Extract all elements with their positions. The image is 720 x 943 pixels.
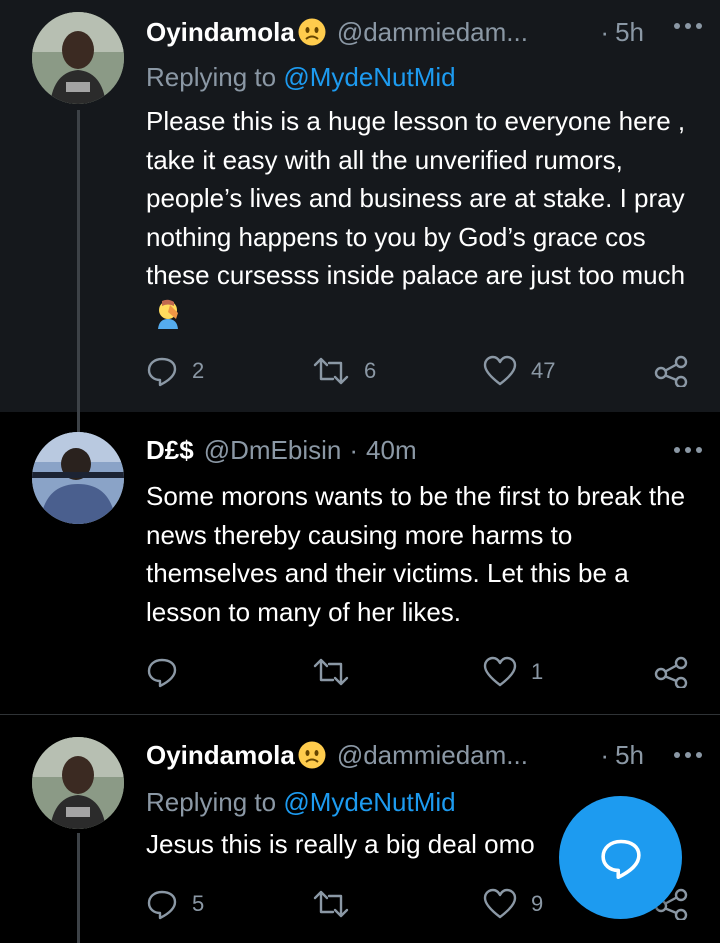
reply-icon — [147, 357, 177, 387]
user-handle[interactable]: @dammiedam... — [337, 17, 528, 48]
user-handle[interactable]: @DmEbisin — [204, 435, 342, 466]
slightly-frowning-face-emoji-icon — [298, 741, 326, 769]
like-button[interactable]: 1 — [483, 652, 543, 692]
share-icon — [654, 656, 688, 688]
slightly-frowning-face-emoji-icon — [298, 18, 326, 46]
display-name[interactable]: Oyindamola — [146, 17, 295, 48]
heart-icon — [483, 656, 517, 687]
retweet-icon — [313, 357, 349, 385]
reply-icon — [147, 658, 177, 688]
tweet-text-content: Jesus this is really a big deal omo — [146, 829, 535, 859]
display-name[interactable]: D£$ — [146, 435, 194, 466]
reply-button[interactable] — [146, 652, 192, 692]
replying-to: Replying to @MydeNutMid — [146, 787, 456, 818]
reply-count: 5 — [192, 891, 205, 916]
retweet-button[interactable] — [312, 884, 364, 924]
more-dots-icon — [674, 752, 702, 758]
avatar-image — [32, 12, 124, 104]
tweet-text: Please this is a huge lesson to everyone… — [146, 102, 696, 333]
share-button[interactable] — [654, 652, 688, 692]
replying-to-label: Replying to — [146, 62, 284, 92]
reply-icon — [147, 890, 177, 920]
avatar[interactable] — [32, 432, 124, 524]
mention-link[interactable]: @MydeNutMid — [283, 62, 455, 92]
heart-icon — [483, 355, 517, 386]
like-button[interactable]: 47 — [483, 351, 555, 391]
face-palm-emoji-icon — [158, 299, 178, 329]
thread-line — [77, 412, 80, 432]
share-button[interactable] — [654, 351, 688, 391]
thread-line — [77, 833, 80, 943]
timestamp[interactable]: 40m — [366, 435, 417, 466]
compose-reply-button[interactable] — [559, 796, 682, 919]
separator: · — [349, 434, 359, 465]
thread-line — [77, 110, 80, 412]
avatar[interactable] — [32, 737, 124, 829]
tweet-header: Oyindamola @dammiedam... · 5h — [146, 12, 700, 52]
replying-to-label: Replying to — [146, 787, 284, 817]
action-bar: 1 — [146, 652, 706, 692]
tweet-text-content: Some morons wants to be the first to bre… — [146, 481, 686, 627]
tweet-text: Some morons wants to be the first to bre… — [146, 477, 696, 631]
share-icon — [654, 355, 688, 387]
heart-icon — [483, 888, 517, 919]
separator: · — [600, 16, 610, 47]
reply-button[interactable]: 2 — [146, 351, 204, 391]
display-name[interactable]: Oyindamola — [146, 740, 295, 771]
reply-button[interactable]: 5 — [146, 884, 204, 924]
more-options-button[interactable] — [670, 0, 706, 40]
user-handle[interactable]: @dammiedam... — [337, 740, 528, 771]
tweet-text-content: Please this is a huge lesson to everyone… — [146, 106, 686, 290]
retweet-count: 6 — [364, 358, 377, 383]
like-count: 1 — [531, 659, 544, 684]
more-dots-icon — [674, 447, 702, 453]
more-dots-icon — [674, 23, 702, 29]
avatar[interactable] — [32, 12, 124, 104]
more-options-button[interactable] — [670, 735, 706, 775]
retweet-icon — [313, 890, 349, 918]
tweet-header: D£$ @DmEbisin · 40m — [146, 430, 700, 470]
tweet-2[interactable]: D£$ @DmEbisin · 40m Some morons wants to… — [0, 412, 720, 714]
mention-link[interactable]: @MydeNutMid — [283, 787, 455, 817]
reply-bubble-icon — [600, 839, 641, 879]
avatar-image — [32, 737, 124, 829]
like-count: 47 — [531, 358, 556, 383]
tweet-header: Oyindamola @dammiedam... · 5h — [146, 735, 700, 775]
separator: · — [600, 739, 610, 770]
reply-count: 2 — [192, 358, 205, 383]
action-bar: 2 6 47 — [146, 351, 706, 391]
like-count: 9 — [531, 891, 544, 916]
retweet-icon — [313, 658, 349, 686]
retweet-button[interactable]: 6 — [312, 351, 376, 391]
timestamp[interactable]: 5h — [615, 740, 644, 771]
like-button[interactable]: 9 — [483, 884, 543, 924]
avatar-image — [32, 432, 124, 524]
timestamp[interactable]: 5h — [615, 17, 644, 48]
more-options-button[interactable] — [670, 430, 706, 470]
retweet-button[interactable] — [312, 652, 364, 692]
tweet-1[interactable]: Oyindamola @dammiedam... · 5h Replying t… — [0, 0, 720, 412]
replying-to: Replying to @MydeNutMid — [146, 62, 456, 93]
